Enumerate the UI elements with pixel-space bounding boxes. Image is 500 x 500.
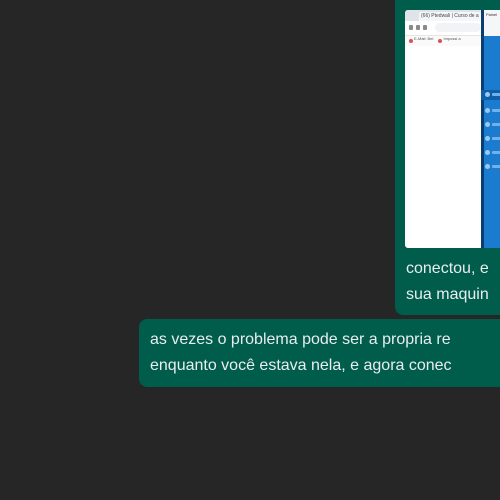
side-panel-item-icon [485, 164, 490, 169]
thumbnail-side-panel: Painel [481, 10, 500, 248]
thumbnail-tab-title: (66) Ptedwali | Curso de a [421, 13, 479, 19]
image-caption-line: conectou, e [406, 260, 489, 277]
side-panel-item-icon [485, 136, 490, 141]
text-message-bubble[interactable]: as vezes o problema pode ser a propria r… [139, 319, 500, 387]
side-panel-title: Painel [486, 12, 498, 17]
message-text-line: as vezes o problema pode ser a propria r… [150, 331, 451, 348]
bookmark-icon [409, 39, 413, 43]
side-panel-item-icon [485, 92, 490, 97]
side-panel-strip [481, 10, 484, 248]
reload-icon [423, 25, 427, 30]
side-panel-item-icon [485, 122, 490, 127]
thumbnail-tab: (66) Ptedwali | Curso de a [419, 12, 481, 21]
bookmark-icon [438, 39, 443, 43]
side-panel-item-label [492, 137, 500, 140]
side-panel-item-label [492, 123, 500, 126]
image-caption-line: sua maquin [406, 286, 489, 303]
thumbnail-bookmarks-bar: E-Mail: Bel Impossi a [405, 36, 480, 46]
side-panel-item-label [492, 93, 500, 96]
message-text-line: enquanto você estava nela, e agora conec [150, 357, 452, 374]
side-panel-item-icon [485, 150, 490, 155]
side-panel-item-icon [485, 108, 490, 113]
forward-icon [416, 25, 420, 30]
bookmark-label: E-Mail: Bel [414, 36, 434, 41]
side-panel-item-label [492, 109, 500, 112]
back-icon [409, 25, 413, 30]
image-message-bubble[interactable]: (66) Ptedwali | Curso de a E-Mail: Bel I… [395, 0, 500, 315]
thumbnail-url-bar [435, 23, 481, 32]
screenshot-thumbnail[interactable]: (66) Ptedwali | Curso de a E-Mail: Bel I… [405, 10, 500, 248]
bookmark-label: Impossi a [443, 36, 461, 41]
side-panel-item-label [492, 151, 500, 154]
side-panel-item-label [492, 165, 500, 168]
